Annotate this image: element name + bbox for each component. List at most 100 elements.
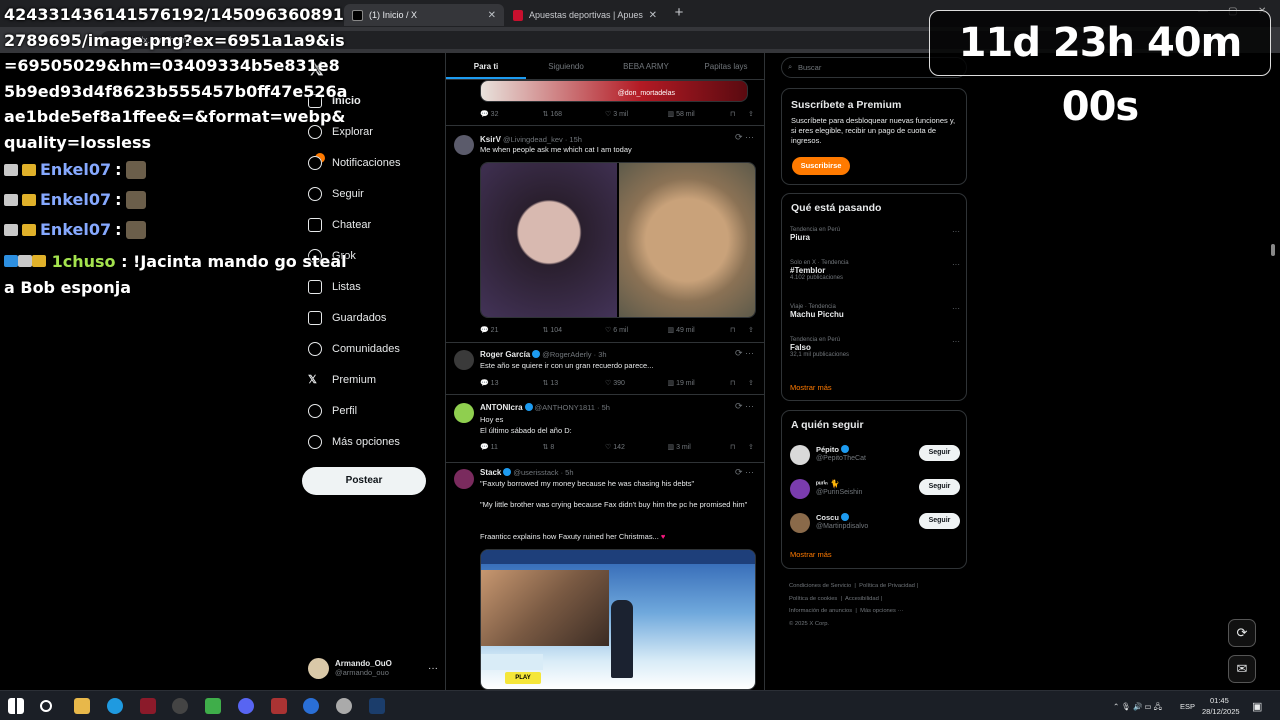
footer-link[interactable]: Política de cookies [789, 596, 837, 602]
system-tray-icons[interactable]: ⌃ 🎙 🔊 ▭ 🖧 [1113, 701, 1162, 714]
avatar[interactable] [454, 135, 474, 155]
language-indicator[interactable]: ESP [1180, 702, 1195, 711]
avatar[interactable] [454, 403, 474, 423]
repost-icon[interactable]: ⇅ 8 [543, 443, 606, 455]
nav-item-perfil[interactable]: Perfil [308, 404, 357, 418]
tab-beba-army[interactable]: BEBA ARMY [606, 53, 686, 79]
tab-siguiendo[interactable]: Siguiendo [526, 53, 606, 79]
avatar[interactable] [454, 469, 474, 489]
file-explorer-icon[interactable] [74, 698, 90, 714]
trend-item[interactable]: Viaje · Tendencia Machu Picchu ··· [790, 304, 960, 319]
trend-item[interactable]: Tendencia en Perú Falso 32,1 mil publicaci… [790, 337, 960, 358]
more-dots-icon[interactable]: ⟳ ··· [735, 132, 754, 143]
edge-icon[interactable] [107, 698, 123, 714]
stream-chat-overlay: 424331436141576192/1450963608912789695/i… [4, 2, 349, 301]
footer-link[interactable]: Accesibilidad [845, 596, 879, 602]
views-icon[interactable]: ▥ 58 mil [668, 110, 731, 122]
post-button[interactable]: Postear [302, 467, 426, 495]
app-icon[interactable] [336, 698, 352, 714]
share-icon[interactable]: ⇪ [748, 443, 758, 455]
tweet[interactable]: ANTONIcra @ANTHONY1811 · 5h ⟳ ··· Hoy es … [446, 395, 764, 463]
trend-item[interactable]: Solo en X · Tendencia #Temblor 4.102 publi… [790, 260, 960, 281]
messages-float-icon[interactable]: ✉ [1228, 655, 1256, 683]
bookmark-icon[interactable]: ⊓ [730, 443, 748, 455]
footer-link[interactable]: Más opciones ··· [860, 608, 903, 614]
obs-icon[interactable] [172, 698, 188, 714]
tweet[interactable]: Roger García @RogerAderly · 3h ⟳ ··· Este… [446, 343, 764, 395]
clock-time[interactable]: 01:45 [1210, 696, 1229, 705]
reply-icon[interactable]: 💬 13 [480, 379, 543, 391]
reply-icon[interactable]: 💬 32 [480, 110, 543, 122]
views-icon[interactable]: ▥ 19 mil [668, 379, 731, 391]
follow-suggestion[interactable]: ᵖᵘʳⁱⁿ 🐈 @PurinSeishin Seguir [790, 477, 960, 501]
footer-link[interactable]: Política de Privacidad [859, 583, 915, 589]
nav-item-premium[interactable]: 𝕏 Premium [308, 373, 376, 387]
follow-button[interactable]: Seguir [919, 479, 960, 495]
like-icon[interactable]: ♡ 3 mil [605, 110, 668, 122]
footer-link[interactable]: Condiciones de Servicio [789, 583, 851, 589]
footer-link[interactable]: Información de anuncios [789, 608, 852, 614]
new-tab-icon[interactable]: + [671, 5, 687, 21]
bookmark-icon[interactable]: ⊓ [730, 110, 748, 122]
steam-icon[interactable] [369, 698, 385, 714]
follow-button[interactable]: Seguir [919, 513, 960, 529]
share-icon[interactable]: ⇪ [748, 379, 758, 391]
views-icon[interactable]: ▥ 49 mil [668, 326, 731, 338]
more-dots-icon[interactable]: ⟳ ··· [735, 467, 754, 478]
nav-item-mas-opciones[interactable]: Más opciones [308, 435, 400, 449]
scrollbar[interactable] [1271, 244, 1275, 256]
windows-start-icon[interactable] [8, 698, 24, 714]
like-icon[interactable]: ♡ 142 [605, 443, 668, 455]
subscribe-button[interactable]: Suscribirse [792, 157, 850, 175]
follow-handle: @PepitoTheCat [816, 455, 866, 462]
repost-icon[interactable]: ⇅ 168 [543, 110, 606, 122]
nav-item-comunidades[interactable]: Comunidades [308, 342, 400, 356]
more-dots-icon[interactable]: ··· [428, 663, 438, 674]
notifications-icon[interactable]: ▣ [1252, 700, 1262, 713]
close-tab-icon[interactable]: ✕ [488, 10, 496, 21]
account-switcher[interactable]: Armando_OuO @armando_ouo ··· [308, 655, 438, 681]
bookmark-icon[interactable]: ⊓ [730, 326, 748, 338]
app-icon[interactable] [205, 698, 221, 714]
close-tab-icon[interactable]: ✕ [649, 10, 657, 21]
chat-line: 1chuso : !Jacinta mando go steal a Bob e… [4, 249, 349, 301]
app-icon[interactable] [140, 698, 156, 714]
clock-date[interactable]: 28/12/2025 [1202, 707, 1240, 716]
search-icon[interactable] [40, 700, 52, 712]
trend-item[interactable]: Tendencia en Perú Piura ··· [790, 227, 960, 242]
tweet[interactable]: KsirV @Livingdead_kev · 15h ⟳ ··· Me whe… [446, 126, 764, 343]
tweet-media[interactable] [480, 162, 756, 318]
show-more-link[interactable]: Mostrar más [790, 550, 832, 559]
avatar[interactable] [454, 350, 474, 370]
app-icon[interactable] [303, 698, 319, 714]
follow-suggestion[interactable]: Pépito @PepitoTheCat Seguir [790, 443, 960, 467]
more-dots-icon[interactable]: ⟳ ··· [735, 401, 754, 412]
share-icon[interactable]: ⇪ [748, 326, 758, 338]
repost-icon[interactable]: ⇅ 104 [543, 326, 606, 338]
reply-icon[interactable]: 💬 21 [480, 326, 543, 338]
views-icon[interactable]: ▥ 3 mil [668, 443, 731, 455]
tweet-media[interactable]: @don_mortadelas [480, 80, 748, 102]
emote-icon [125, 221, 146, 239]
tab-apuestas[interactable]: Apuestas deportivas | Apuestas on ✕ [505, 4, 665, 26]
follow-suggestion[interactable]: Coscu @Martinpdisalvo Seguir [790, 511, 960, 535]
like-icon[interactable]: ♡ 390 [605, 379, 668, 391]
repost-icon[interactable]: ⇅ 13 [543, 379, 606, 391]
bookmark-icon[interactable]: ⊓ [730, 379, 748, 391]
show-more-link[interactable]: Mostrar más [790, 383, 832, 392]
tweet-media[interactable]: PLAY [480, 549, 756, 690]
nav-item-guardados[interactable]: Guardados [308, 311, 386, 325]
like-icon[interactable]: ♡ 6 mil [605, 326, 668, 338]
reply-icon[interactable]: 💬 11 [480, 443, 543, 455]
people-icon [308, 342, 322, 356]
tweet[interactable]: Stack @userisstack · 5h ⟳ ··· "Faxuty bor… [446, 463, 764, 690]
follow-button[interactable]: Seguir [919, 445, 960, 461]
share-icon[interactable]: ⇪ [748, 110, 758, 122]
discord-icon[interactable] [238, 698, 254, 714]
app-icon[interactable] [271, 698, 287, 714]
grok-float-icon[interactable]: ⟳ [1228, 619, 1256, 647]
tab-inicio[interactable]: (1) Inicio / X ✕ [344, 4, 504, 26]
more-dots-icon[interactable]: ⟳ ··· [735, 348, 754, 359]
tab-para-ti[interactable]: Para ti [446, 53, 526, 79]
tab-papitas-lays[interactable]: Papitas lays [686, 53, 764, 79]
